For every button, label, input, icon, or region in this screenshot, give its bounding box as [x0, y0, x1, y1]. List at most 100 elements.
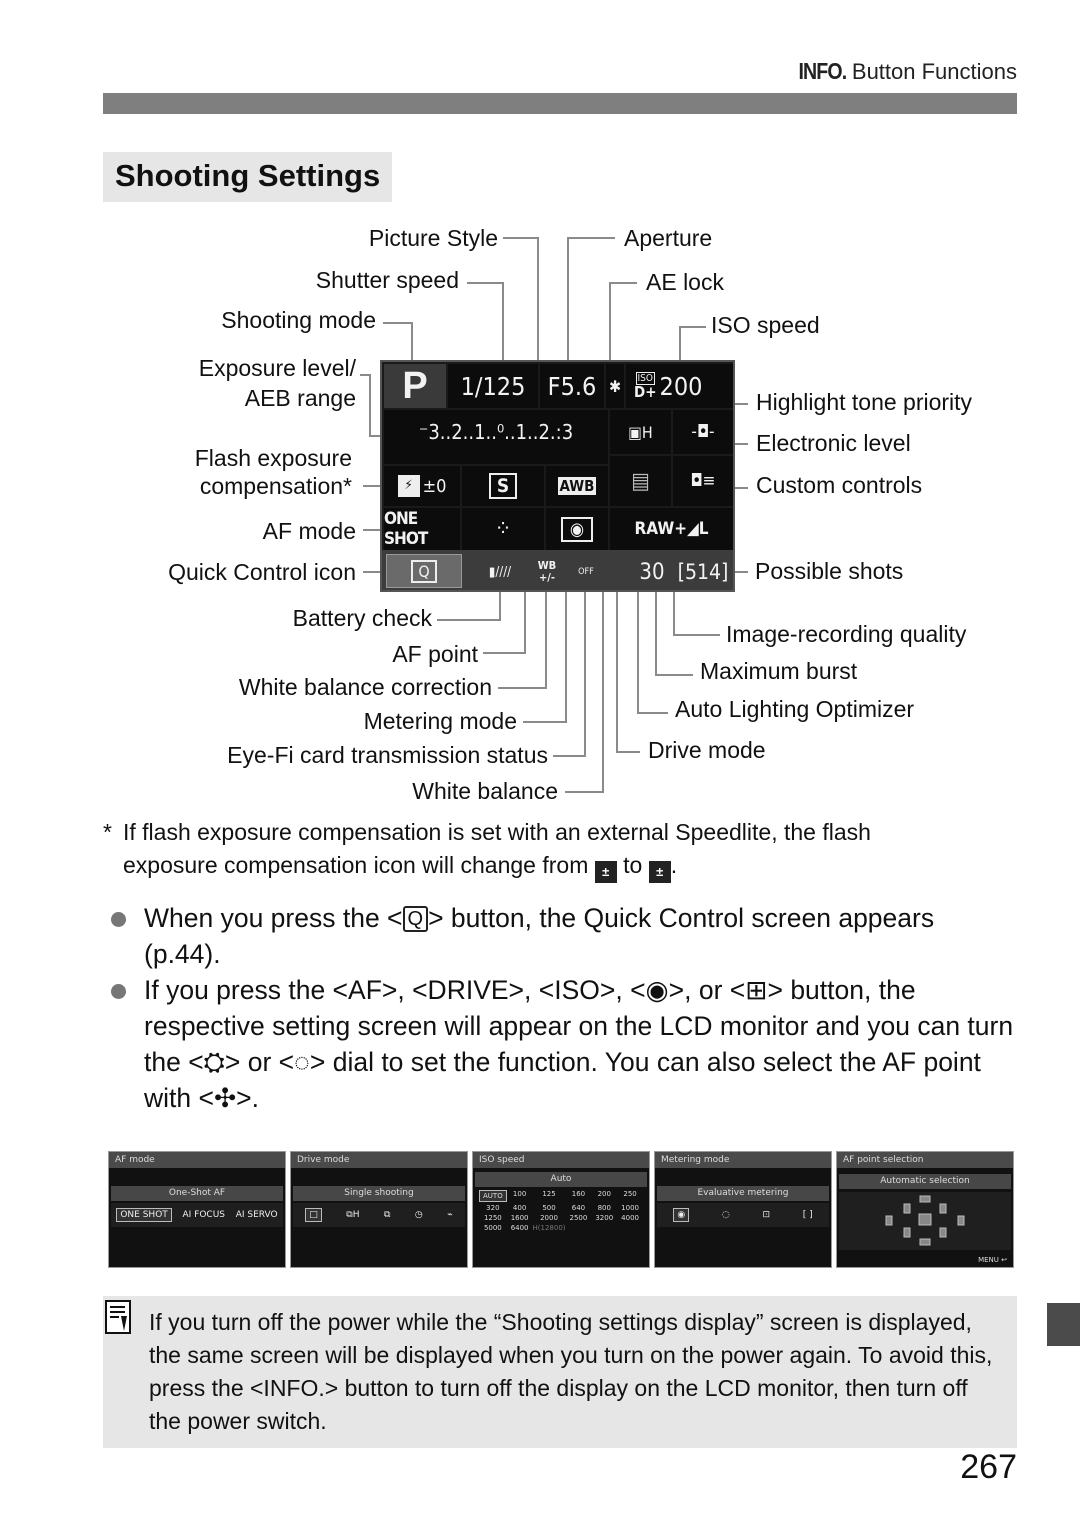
- lcd-custom-controls[interactable]: ◘≡: [673, 456, 733, 506]
- iso-option[interactable]: 100: [507, 1190, 533, 1202]
- lcd-ae-lock: ✱: [606, 364, 624, 408]
- section-title: Shooting Settings: [103, 152, 393, 202]
- iso-option[interactable]: 200: [591, 1190, 617, 1202]
- iso-option[interactable]: 1600: [507, 1214, 533, 1222]
- iso-option[interactable]: 2500: [566, 1214, 592, 1222]
- option-one-shot[interactable]: ONE SHOT: [116, 1208, 172, 1222]
- thumb-af-mode: AF mode One-Shot AF ONE SHOT AI FOCUS AI…: [108, 1151, 286, 1268]
- chapter-thumb-tab: [1047, 1303, 1080, 1346]
- thumb-af-point-selection: AF point selection Automatic selection M…: [836, 1151, 1014, 1268]
- q-icon: Q: [411, 559, 437, 583]
- lcd-image-quality[interactable]: RAW+◢L: [610, 508, 733, 550]
- thumb-iso-speed: ISO speed Auto AUTO 100 125 160 200 250 320 400…: [472, 1151, 650, 1268]
- callout-aperture: Aperture: [624, 225, 713, 251]
- iso-option[interactable]: 4000: [617, 1214, 643, 1222]
- bullet-dot-icon: [111, 984, 126, 999]
- callout-picture-style: Picture Style: [368, 225, 498, 251]
- iso-option[interactable]: 3200: [591, 1214, 617, 1222]
- lcd-flash-exposure-comp[interactable]: ⚡ ±0: [384, 466, 460, 506]
- lcd-drive-mode[interactable]: ▣H: [610, 410, 671, 454]
- lcd-aperture[interactable]: F5.6: [540, 364, 604, 408]
- af-point-grid-icon: [839, 1192, 1011, 1250]
- running-head-title: Button Functions: [851, 59, 1017, 84]
- footnote-text: to: [623, 852, 643, 878]
- iso-option[interactable]: AUTO: [479, 1190, 507, 1202]
- q-button-icon: Q: [402, 906, 429, 932]
- flash-comp-value: ±0: [422, 475, 447, 497]
- thumb-header: AF mode: [109, 1152, 285, 1168]
- evaluative-metering-icon[interactable]: ◉: [673, 1208, 690, 1222]
- thumb-metering-mode: Metering mode Evaluative metering ◉ ◌ ⊡ …: [654, 1151, 832, 1268]
- single-shooting-icon[interactable]: □: [305, 1208, 322, 1222]
- spot-metering-icon[interactable]: ⊡: [762, 1210, 770, 1220]
- option-ai-servo[interactable]: AI SERVO: [236, 1210, 278, 1220]
- iso-option[interactable]: 640: [566, 1204, 592, 1212]
- iso-option[interactable]: 125: [533, 1190, 566, 1202]
- running-head: INFO. Button Functions: [790, 58, 1017, 85]
- footnote: * If flash exposure compensation is set …: [103, 816, 871, 883]
- iso-option[interactable]: H(12800): [533, 1224, 566, 1232]
- callout-battery-check: Battery check: [292, 605, 432, 631]
- thumb-drive-mode: Drive mode Single shooting □ ⧉H ⧉ ◷ ⌁: [290, 1151, 468, 1268]
- callout-af-point: AF point: [392, 641, 478, 667]
- self-timer-icon[interactable]: ◷: [415, 1210, 423, 1220]
- lcd-battery-check: ▮////: [488, 564, 512, 580]
- flash-comp-speedlite-icon: ±: [648, 861, 671, 883]
- lcd-picture-style[interactable]: S: [462, 466, 544, 506]
- partial-metering-icon[interactable]: ◌: [722, 1210, 730, 1220]
- iso-option[interactable]: 500: [533, 1204, 566, 1212]
- lcd-shooting-settings-screen: P 1/125 F5.6 ✱ ISO D+ 200 ⁻3..2..1..⁰..1…: [380, 360, 735, 592]
- iso-option[interactable]: 2000: [533, 1214, 566, 1222]
- bullet-text: When you press the <: [144, 903, 403, 933]
- wifi-off-icon: OFF: [578, 567, 594, 577]
- bullet-quick-control: When you press the < Q > button, the Quick…: [108, 900, 1018, 972]
- iso-value-grid: AUTO 100 125 160 200 250 320 400 500 640 800 1000 12…: [479, 1190, 643, 1232]
- thumb-header: Metering mode: [655, 1152, 831, 1168]
- iso-option[interactable]: 320: [479, 1204, 507, 1212]
- lcd-shutter-speed[interactable]: 1/125: [448, 364, 538, 408]
- lcd-af-mode[interactable]: ONE SHOT: [384, 508, 460, 550]
- center-weighted-metering-icon[interactable]: [ ]: [803, 1210, 813, 1220]
- lcd-electronic-level[interactable]: -◘-: [673, 410, 733, 454]
- thumb-selected-label: Evaluative metering: [657, 1186, 829, 1201]
- iso-option[interactable]: 400: [507, 1204, 533, 1212]
- callout-flash-exposure: Flash exposure: [194, 445, 352, 471]
- thumb-selected-label: Single shooting: [293, 1186, 465, 1201]
- iso-option[interactable]: 6400: [507, 1224, 533, 1232]
- callout-shooting-mode: Shooting mode: [221, 307, 376, 333]
- iso-option[interactable]: 1000: [617, 1204, 643, 1212]
- menu-back-icon[interactable]: MENU ↩: [978, 1256, 1007, 1264]
- callout-ae-lock: AE lock: [646, 269, 724, 295]
- flash-comp-internal-icon: ±: [594, 861, 617, 883]
- iso-option[interactable]: 5000: [479, 1224, 507, 1232]
- callout-eyefi-status: Eye-Fi card transmission status: [227, 742, 548, 768]
- iso-option[interactable]: 800: [591, 1204, 617, 1212]
- lcd-shooting-mode[interactable]: P: [384, 364, 446, 408]
- metering-icon: ◉: [560, 516, 594, 542]
- lcd-exposure-level-scale[interactable]: ⁻3..2..1..⁰..1..2.:3: [384, 410, 608, 464]
- picture-style-icon: S: [488, 473, 518, 499]
- note-text: If you turn off the power while the “Sho…: [149, 1309, 993, 1434]
- lcd-wb-correction: WB +/-: [537, 559, 557, 584]
- lcd-white-balance[interactable]: AWB: [546, 466, 608, 506]
- high-speed-continuous-icon[interactable]: ⧉H: [346, 1210, 359, 1220]
- lcd-metering-mode[interactable]: ◉: [546, 508, 608, 550]
- option-ai-focus[interactable]: AI FOCUS: [182, 1210, 225, 1220]
- low-speed-continuous-icon[interactable]: ⧉: [384, 1210, 390, 1220]
- callout-quick-control-icon: Quick Control icon: [168, 559, 356, 585]
- thumb-options: □ ⧉H ⧉ ◷ ⌁: [293, 1203, 465, 1227]
- callout-auto-lighting-optimizer: Auto Lighting Optimizer: [675, 696, 915, 722]
- setting-screen-thumbnails: AF mode One-Shot AF ONE SHOT AI FOCUS AI…: [108, 1151, 1014, 1268]
- thumb-options: ◉ ◌ ⊡ [ ]: [657, 1203, 829, 1227]
- iso-option[interactable]: 1250: [479, 1214, 507, 1222]
- iso-option[interactable]: 250: [617, 1190, 643, 1202]
- self-timer-2s-icon[interactable]: ⌁: [447, 1210, 452, 1220]
- lcd-iso-cell[interactable]: ISO D+ 200: [626, 364, 733, 408]
- iso-option[interactable]: 160: [566, 1190, 592, 1202]
- footnote-text: .: [670, 852, 678, 878]
- lcd-auto-lighting-optimizer[interactable]: ▤: [610, 456, 671, 506]
- callout-exposure-level: Exposure level/: [198, 355, 356, 381]
- lcd-af-point[interactable]: ⁘: [462, 508, 544, 550]
- callout-electronic-level: Electronic level: [756, 430, 911, 456]
- lcd-quick-control-button[interactable]: Q: [386, 554, 462, 588]
